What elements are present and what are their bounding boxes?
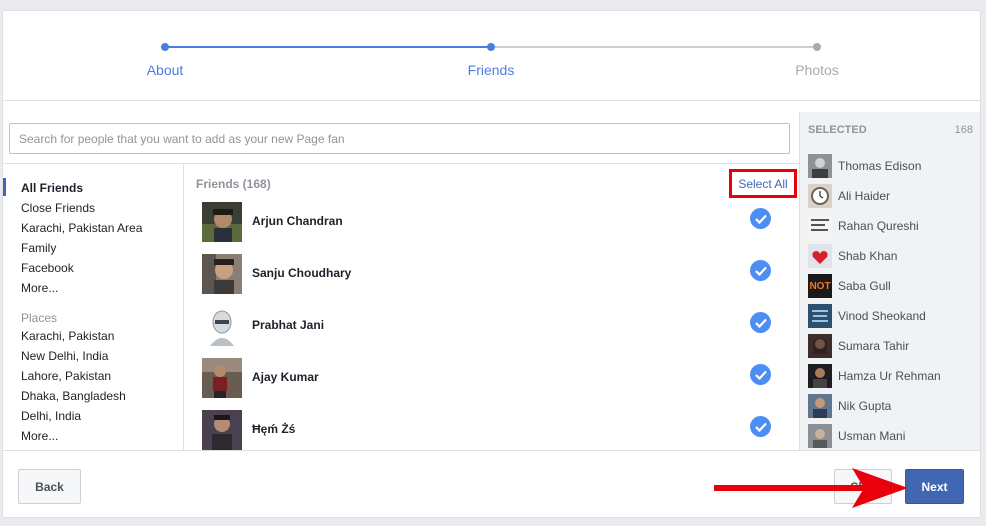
- friend-name: Ħęḿ Żś: [252, 422, 296, 436]
- dialog-footer: Back Skip Next: [3, 450, 980, 517]
- friend-name: Prabhat Jani: [252, 318, 325, 332]
- avatar: [808, 394, 832, 418]
- selected-name: Vinod Sheokand: [838, 309, 926, 323]
- selected-heading: SELECTED: [808, 124, 867, 136]
- avatar: [808, 214, 832, 238]
- nav-more-places[interactable]: More...: [21, 429, 58, 443]
- selected-item[interactable]: Shab Khan: [808, 241, 978, 271]
- selected-item[interactable]: Thomas Edison: [808, 151, 978, 181]
- nav-place-delhi[interactable]: Delhi, India: [21, 409, 81, 423]
- progress-stepper: About Friends Photos: [3, 11, 980, 101]
- next-button[interactable]: Next: [905, 469, 964, 504]
- avatar: [808, 334, 832, 358]
- avatar: [202, 410, 242, 450]
- nav-place-karachi[interactable]: Karachi, Pakistan: [21, 329, 114, 343]
- selected-item[interactable]: Usman Mani: [808, 421, 978, 450]
- nav-close-friends[interactable]: Close Friends: [21, 201, 95, 215]
- invite-dialog: About Friends Photos All Friends Close F…: [2, 10, 981, 518]
- step-dot-friends: [487, 43, 495, 51]
- selected-item[interactable]: Sumara Tahir: [808, 331, 978, 361]
- select-all-link[interactable]: Select All: [729, 169, 797, 198]
- friend-name: Ajay Kumar: [252, 370, 319, 384]
- nav-place-dhaka[interactable]: Dhaka, Bangladesh: [21, 389, 126, 403]
- avatar: [808, 184, 832, 208]
- friend-name: Sanju Choudhary: [252, 266, 352, 280]
- checkmark-icon[interactable]: [750, 260, 771, 281]
- avatar: [202, 306, 242, 346]
- selected-name: Usman Mani: [838, 429, 906, 443]
- avatar: [808, 304, 832, 328]
- selected-item[interactable]: Vinod Sheokand: [808, 301, 978, 331]
- nav-place-lahore[interactable]: Lahore, Pakistan: [21, 369, 111, 383]
- friend-row[interactable]: Prabhat Jani: [185, 306, 799, 358]
- avatar: [808, 154, 832, 178]
- nav-family[interactable]: Family: [21, 241, 56, 255]
- selected-name: Thomas Edison: [838, 159, 922, 173]
- step-friends[interactable]: Friends: [431, 62, 551, 78]
- selected-name: Nik Gupta: [838, 399, 892, 413]
- back-button[interactable]: Back: [18, 469, 81, 504]
- avatar: [808, 424, 832, 448]
- selected-name: Saba Gull: [838, 279, 891, 293]
- friend-filter-nav: All Friends Close Friends Karachi, Pakis…: [3, 164, 184, 450]
- selected-item[interactable]: Ali Haider: [808, 181, 978, 211]
- avatar: [202, 254, 242, 294]
- step-about[interactable]: About: [105, 62, 225, 78]
- friend-row[interactable]: Ajay Kumar: [185, 358, 799, 410]
- search-input[interactable]: [9, 123, 790, 154]
- friends-list: Friends (168) Select All Arjun Chandran …: [185, 164, 799, 450]
- skip-button[interactable]: Skip: [834, 469, 892, 504]
- nav-all-friends[interactable]: All Friends: [21, 181, 83, 195]
- search-bar: [3, 112, 799, 164]
- selected-friends-panel: SELECTED 168 Thomas Edison Ali Haider Ra…: [799, 112, 980, 450]
- avatar: [808, 364, 832, 388]
- avatar: [202, 202, 242, 242]
- step-dot-photos: [813, 43, 821, 51]
- avatar: [808, 244, 832, 268]
- nav-place-new-delhi[interactable]: New Delhi, India: [21, 349, 108, 363]
- friend-row[interactable]: Sanju Choudhary: [185, 254, 799, 306]
- checkmark-icon[interactable]: [750, 416, 771, 437]
- stepper-track-remaining: [491, 46, 818, 48]
- friend-row[interactable]: Arjun Chandran: [185, 202, 799, 254]
- nav-facebook[interactable]: Facebook: [21, 261, 74, 275]
- stepper-track-completed: [165, 46, 491, 48]
- nav-more-lists[interactable]: More...: [21, 281, 58, 295]
- avatar: NOT: [808, 274, 832, 298]
- friend-row[interactable]: Ħęḿ Żś: [185, 410, 799, 450]
- selected-item[interactable]: Nik Gupta: [808, 391, 978, 421]
- nav-active-indicator: [3, 178, 6, 196]
- selected-count: 168: [954, 124, 973, 136]
- selected-item[interactable]: Rahan Qureshi: [808, 211, 978, 241]
- selected-name: Ali Haider: [838, 189, 891, 203]
- avatar-text: NOT: [809, 280, 831, 292]
- selected-name: Hamza Ur Rehman: [838, 369, 941, 383]
- step-photos: Photos: [795, 62, 839, 78]
- selected-item[interactable]: NOT Saba Gull: [808, 271, 978, 301]
- avatar: [202, 358, 242, 398]
- checkmark-icon[interactable]: [750, 312, 771, 333]
- checkmark-icon[interactable]: [750, 364, 771, 385]
- checkmark-icon[interactable]: [750, 208, 771, 229]
- step-dot-about: [161, 43, 169, 51]
- friends-count-header: Friends (168): [196, 177, 271, 191]
- nav-karachi-area[interactable]: Karachi, Pakistan Area: [21, 221, 142, 235]
- friend-name: Arjun Chandran: [252, 214, 343, 228]
- selected-item[interactable]: Hamza Ur Rehman: [808, 361, 978, 391]
- nav-places-heading: Places: [21, 311, 58, 325]
- selected-name: Rahan Qureshi: [838, 219, 919, 233]
- selected-name: Sumara Tahir: [838, 339, 910, 353]
- selected-name: Shab Khan: [838, 249, 898, 263]
